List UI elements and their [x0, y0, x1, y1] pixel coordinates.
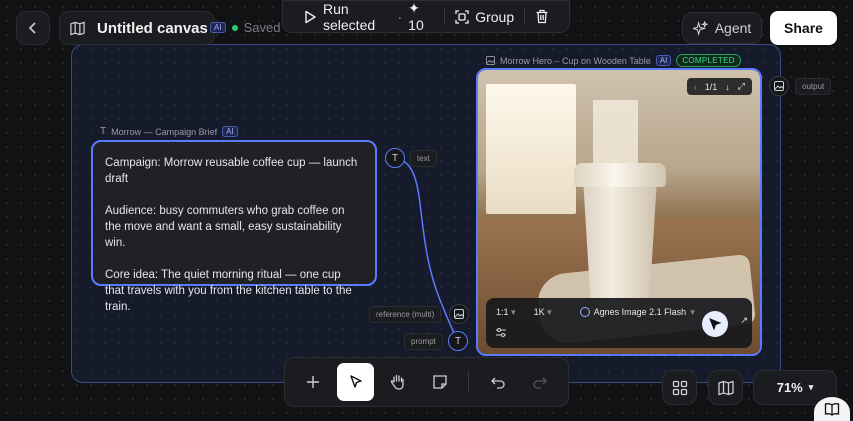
zoom-level: 71%: [776, 380, 803, 395]
image-icon: [454, 309, 464, 319]
docs-button[interactable]: [814, 397, 850, 421]
toolbar-divider: [468, 371, 470, 393]
pointer-icon: [348, 374, 364, 390]
image-output-port[interactable]: [769, 76, 789, 96]
generate-button[interactable]: [702, 311, 728, 337]
aspect-select[interactable]: 1:1 ▾: [496, 307, 516, 318]
image-node-header: Morrow Hero – Cup on Wooden Table AI COM…: [486, 54, 741, 67]
port-label-text: text: [410, 150, 437, 167]
image-node-title: Morrow Hero – Cup on Wooden Table: [500, 55, 651, 66]
prompt-input-port[interactable]: T: [448, 331, 468, 351]
chevron-down-icon: ▾: [808, 382, 814, 392]
cursor-icon: [708, 317, 722, 331]
grid-view-button[interactable]: [662, 370, 697, 405]
port-label-prompt: prompt: [404, 333, 443, 350]
select-tool-button[interactable]: [337, 363, 374, 401]
image-node[interactable]: ‹ 1/1 ↓ ⤢ 1:1 ▾ 1K ▾ Agnes Image 2.1 Fla…: [476, 68, 762, 356]
reference-input-port[interactable]: [449, 304, 469, 324]
minimap-button[interactable]: [708, 370, 743, 405]
model-icon: [579, 307, 590, 317]
hand-icon: [389, 373, 407, 391]
ai-badge: AI: [655, 55, 672, 66]
redo-button[interactable]: [522, 363, 558, 401]
undo-icon: [490, 374, 506, 390]
settings-sliders-icon[interactable]: [496, 327, 506, 337]
resolution-select[interactable]: 1K ▾: [534, 307, 552, 318]
undo-button[interactable]: [479, 363, 515, 401]
bottom-toolbar: [284, 357, 569, 407]
text-type-icon: T: [454, 335, 462, 347]
download-icon[interactable]: ↓: [725, 82, 730, 92]
image-icon: [486, 56, 495, 65]
expand-prompt-icon[interactable]: ↗: [740, 315, 748, 326]
hand-tool-button[interactable]: [380, 363, 416, 401]
grid-icon: [672, 380, 688, 396]
image-icon: [774, 81, 784, 91]
pager-count: 1/1: [704, 81, 718, 92]
expand-icon[interactable]: ⤢: [738, 81, 745, 92]
redo-icon: [532, 374, 548, 390]
prev-icon[interactable]: ‹: [694, 82, 697, 92]
text-output-port[interactable]: T: [385, 148, 405, 168]
port-label-reference: reference (multi): [369, 306, 442, 323]
text-type-icon: T: [391, 152, 399, 164]
port-label-output: output: [795, 78, 832, 95]
model-select[interactable]: Agnes Image 2.1 Flash ▾: [579, 307, 695, 318]
add-node-button[interactable]: [295, 363, 331, 401]
note-icon: [432, 374, 448, 390]
map-icon: [717, 380, 734, 396]
image-pager: ‹ 1/1 ↓ ⤢: [686, 78, 752, 95]
sticky-note-button[interactable]: [422, 363, 458, 401]
generation-settings-bar: 1:1 ▾ 1K ▾ Agnes Image 2.1 Flash ▾ ↗: [486, 298, 752, 348]
status-badge: COMPLETED: [676, 54, 741, 67]
book-icon: [824, 402, 840, 416]
plus-icon: [305, 374, 321, 390]
